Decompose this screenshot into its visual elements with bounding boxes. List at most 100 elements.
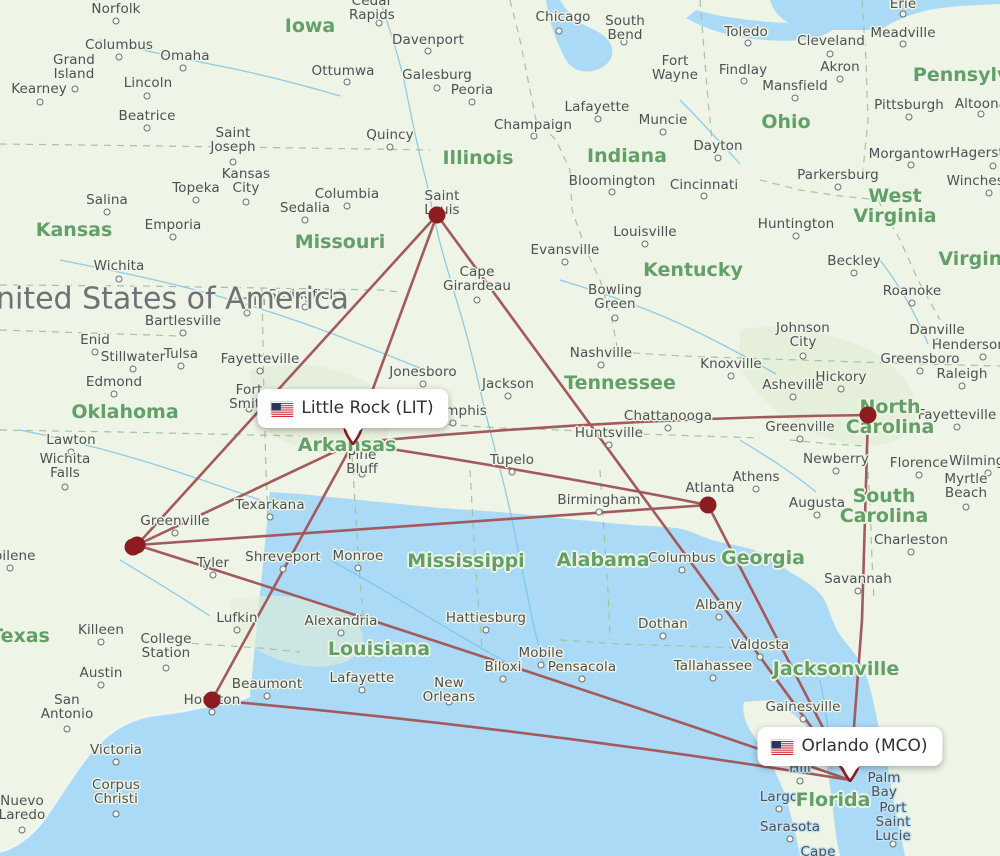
city-dot bbox=[169, 233, 177, 241]
city-dot bbox=[700, 192, 708, 200]
city-dot bbox=[63, 725, 71, 733]
city-dot bbox=[709, 674, 717, 682]
city-dot bbox=[301, 216, 309, 224]
route-lit-dfw[interactable] bbox=[135, 441, 355, 547]
city-dot bbox=[850, 269, 858, 277]
city-dot bbox=[192, 196, 200, 204]
city-dot bbox=[907, 161, 915, 169]
route-iah-mco[interactable] bbox=[210, 698, 852, 782]
city-dot bbox=[112, 17, 120, 25]
city-dot bbox=[796, 777, 804, 785]
route-clt-mco[interactable] bbox=[848, 413, 870, 782]
city-dot bbox=[799, 715, 807, 723]
city-dot bbox=[756, 653, 764, 661]
airport-marker-stl[interactable] bbox=[428, 206, 446, 224]
city-dot bbox=[499, 675, 507, 683]
route-atl-dfw[interactable] bbox=[135, 503, 710, 547]
airport-marker-atl[interactable] bbox=[699, 496, 717, 514]
city-dot bbox=[97, 681, 105, 689]
tooltip-tail bbox=[839, 765, 860, 775]
city-dot bbox=[242, 198, 250, 206]
city-dot bbox=[854, 587, 862, 595]
city-dot bbox=[744, 39, 752, 47]
city-dot bbox=[664, 424, 672, 432]
city-dot bbox=[445, 698, 453, 706]
city-dot bbox=[605, 441, 613, 449]
city-dot bbox=[243, 309, 251, 317]
city-dot bbox=[177, 362, 185, 370]
city-dot bbox=[611, 314, 619, 322]
city-dot bbox=[256, 367, 264, 375]
city-dot bbox=[837, 385, 845, 393]
city-dot bbox=[143, 124, 151, 132]
city-dot bbox=[597, 361, 605, 369]
city-dot bbox=[179, 329, 187, 337]
city-dot bbox=[984, 469, 992, 477]
us-flag-icon bbox=[770, 739, 794, 755]
city-dot bbox=[343, 78, 351, 86]
city-dot bbox=[979, 353, 987, 361]
city-dot bbox=[958, 382, 966, 390]
city-dot bbox=[641, 240, 649, 248]
city-dot bbox=[110, 390, 118, 398]
city-dot bbox=[714, 154, 722, 162]
city-dot bbox=[97, 638, 105, 646]
route-lit-atl[interactable] bbox=[351, 441, 710, 507]
flight-route-map[interactable]: Norfolk Cedar Rapids Chicago Erie Columbus Oma… bbox=[0, 0, 1000, 856]
route-dfw-stl[interactable] bbox=[135, 213, 439, 547]
city-dot bbox=[279, 565, 287, 573]
city-dot bbox=[6, 564, 14, 572]
us-flag-icon bbox=[270, 401, 294, 417]
city-dot bbox=[595, 508, 603, 516]
city-dot bbox=[561, 258, 569, 266]
city-dot bbox=[578, 675, 586, 683]
city-dot bbox=[977, 110, 985, 118]
city-dot bbox=[504, 392, 512, 400]
city-dot bbox=[989, 162, 997, 170]
airport-marker-clt[interactable] bbox=[859, 406, 877, 424]
city-dot bbox=[449, 419, 457, 427]
city-dot bbox=[908, 299, 916, 307]
city-dot bbox=[916, 367, 924, 375]
tooltip-tail bbox=[342, 427, 363, 437]
city-dot bbox=[727, 372, 735, 380]
city-dot bbox=[354, 564, 362, 572]
city-dot bbox=[678, 566, 686, 574]
city-dot bbox=[530, 132, 538, 140]
city-dot bbox=[915, 471, 923, 479]
city-dot bbox=[740, 77, 748, 85]
city-dot bbox=[899, 40, 907, 48]
city-dot bbox=[18, 826, 26, 834]
city-dot bbox=[482, 626, 490, 634]
city-dot bbox=[836, 75, 844, 83]
city-dot bbox=[91, 348, 99, 356]
city-dot bbox=[933, 338, 941, 346]
city-dot bbox=[775, 805, 783, 813]
city-dot bbox=[889, 840, 897, 848]
tooltip-little-rock[interactable]: Little Rock (LIT) bbox=[257, 389, 449, 437]
city-dot bbox=[620, 38, 628, 46]
city-dot bbox=[899, 10, 907, 18]
airport-marker-dal[interactable] bbox=[124, 538, 142, 556]
route-stl-mco[interactable] bbox=[435, 213, 852, 782]
city-dot bbox=[594, 115, 602, 123]
city-dot bbox=[358, 686, 366, 694]
city-dot bbox=[468, 98, 476, 106]
city-dot bbox=[179, 64, 187, 72]
city-dot bbox=[813, 511, 821, 519]
city-dot bbox=[786, 835, 794, 843]
city-dot bbox=[953, 423, 961, 431]
city-dot bbox=[375, 19, 383, 27]
city-dot bbox=[233, 626, 241, 634]
tooltip-orlando[interactable]: Orlando (MCO) bbox=[757, 727, 943, 775]
city-dot bbox=[103, 208, 111, 216]
city-dot bbox=[229, 158, 237, 166]
city-dot bbox=[834, 183, 842, 191]
city-dot bbox=[67, 448, 75, 456]
city-dot bbox=[792, 232, 800, 240]
route-dfw-mco[interactable] bbox=[135, 543, 852, 782]
city-dot bbox=[433, 84, 441, 92]
city-dot bbox=[208, 708, 216, 716]
airport-marker-iah[interactable] bbox=[203, 691, 221, 709]
city-dot bbox=[555, 27, 563, 35]
